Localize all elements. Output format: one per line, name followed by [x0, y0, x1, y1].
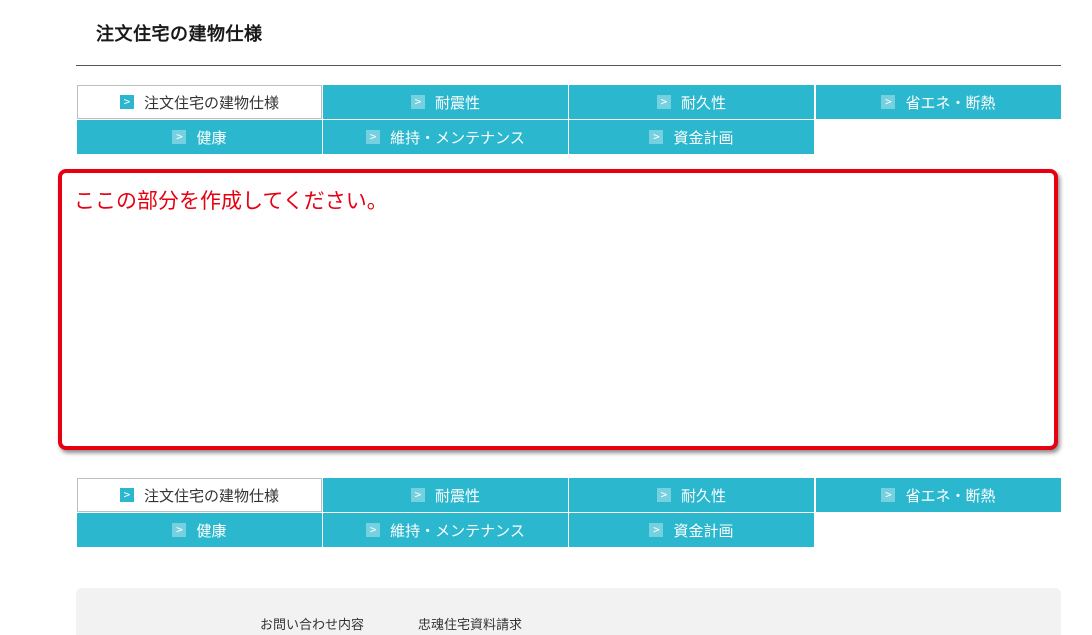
- footer-link-inquiry[interactable]: お問い合わせ内容: [260, 614, 364, 633]
- chevron-right-icon: >: [881, 488, 896, 502]
- tab-energy-insulation[interactable]: > 省エネ・断熱: [816, 85, 1061, 119]
- tab-building-spec[interactable]: > 注文住宅の建物仕様: [77, 478, 322, 512]
- tab-maintenance[interactable]: > 維持・メンテナンス: [323, 513, 568, 547]
- chevron-right-icon: >: [119, 488, 134, 502]
- chevron-right-icon: >: [172, 130, 187, 144]
- chevron-right-icon: >: [656, 95, 671, 109]
- tab-label: 耐久性: [680, 486, 726, 505]
- tab-label: 省エネ・断熱: [905, 93, 996, 112]
- title-divider: [76, 65, 1061, 66]
- tab-health[interactable]: > 健康: [77, 120, 322, 154]
- chevron-right-icon: >: [172, 523, 187, 537]
- tab-energy-insulation[interactable]: > 省エネ・断熱: [816, 478, 1061, 512]
- page-title: 注文住宅の建物仕様: [96, 24, 263, 45]
- tab-label: 維持・メンテナンス: [390, 128, 525, 147]
- tab-financing[interactable]: > 資金計画: [569, 120, 814, 154]
- tab-label: 省エネ・断熱: [905, 486, 996, 505]
- tab-label: 健康: [196, 521, 227, 540]
- tab-durability[interactable]: > 耐久性: [569, 478, 814, 512]
- chevron-right-icon: >: [649, 130, 664, 144]
- tab-financing[interactable]: > 資金計画: [569, 513, 814, 547]
- chevron-right-icon: >: [410, 488, 425, 502]
- tab-label: 耐久性: [680, 93, 726, 112]
- tab-health[interactable]: > 健康: [77, 513, 322, 547]
- tab-label: 耐震性: [434, 93, 480, 112]
- chevron-right-icon: >: [881, 95, 896, 109]
- top-nav: > 注文住宅の建物仕様 > 耐震性 > 耐久性 > 省エネ・断熱 > 健康 > …: [76, 84, 1061, 155]
- tab-building-spec[interactable]: > 注文住宅の建物仕様: [77, 85, 322, 119]
- tab-label: 耐震性: [434, 486, 480, 505]
- tab-label: 健康: [196, 128, 227, 147]
- chevron-right-icon: >: [649, 523, 664, 537]
- tab-durability[interactable]: > 耐久性: [569, 85, 814, 119]
- tab-label: 維持・メンテナンス: [390, 521, 525, 540]
- tab-label: 資金計画: [673, 521, 734, 540]
- bottom-nav: > 注文住宅の建物仕様 > 耐震性 > 耐久性 > 省エネ・断熱 > 健康 > …: [76, 477, 1061, 548]
- tab-maintenance[interactable]: > 維持・メンテナンス: [323, 120, 568, 154]
- tab-label: 注文住宅の建物仕様: [143, 93, 279, 112]
- tab-label: 注文住宅の建物仕様: [143, 486, 279, 505]
- chevron-right-icon: >: [366, 523, 381, 537]
- placeholder-note: ここの部分を作成してください。: [74, 189, 388, 213]
- tab-earthquake-resistance[interactable]: > 耐震性: [323, 478, 568, 512]
- footer-link-brochure-request[interactable]: 忠魂住宅資料請求: [418, 614, 522, 633]
- tab-label: 資金計画: [673, 128, 734, 147]
- chevron-right-icon: >: [656, 488, 671, 502]
- chevron-right-icon: >: [410, 95, 425, 109]
- content-placeholder: ここの部分を作成してください。: [58, 169, 1058, 450]
- page: 注文住宅の建物仕様 > 注文住宅の建物仕様 > 耐震性 > 耐久性 > 省エネ・…: [0, 0, 1092, 635]
- footer-panel: お問い合わせ内容 忠魂住宅資料請求: [76, 588, 1061, 635]
- chevron-right-icon: >: [366, 130, 381, 144]
- chevron-right-icon: >: [119, 95, 134, 109]
- tab-earthquake-resistance[interactable]: > 耐震性: [323, 85, 568, 119]
